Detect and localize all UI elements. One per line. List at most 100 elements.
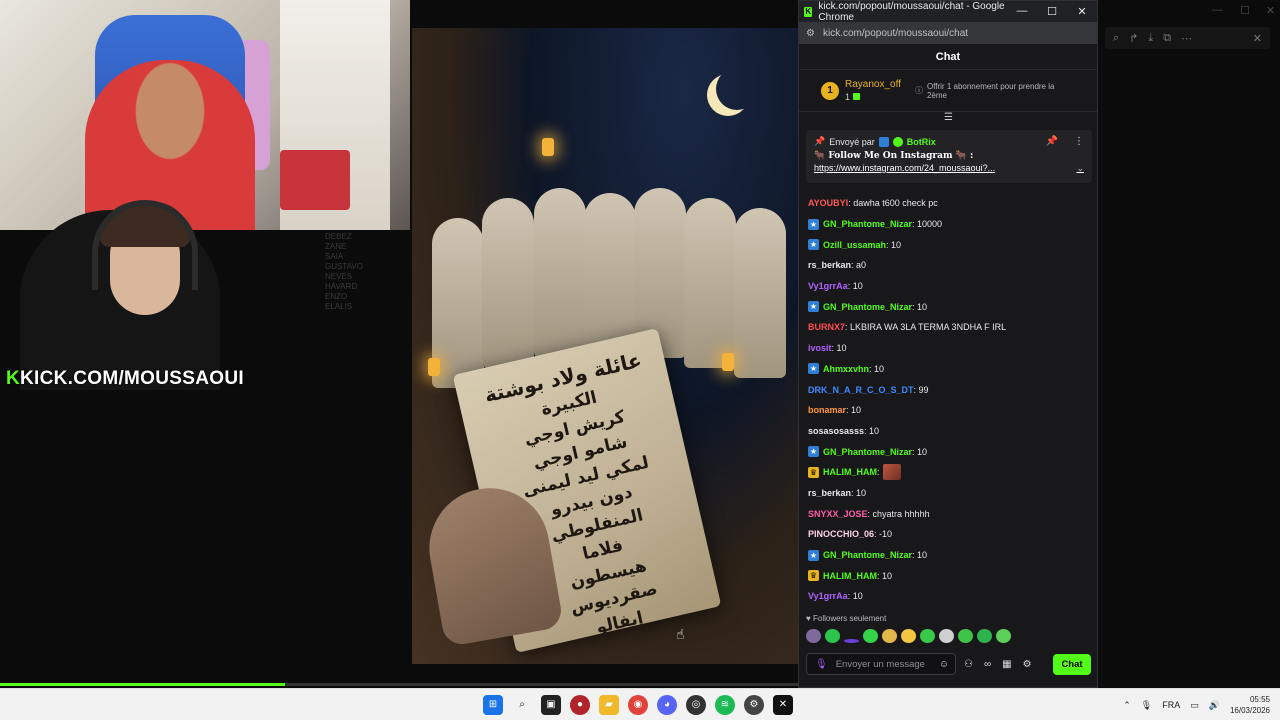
emote-icon[interactable] [901,629,916,643]
chat-username[interactable]: ivosit [808,343,832,353]
site-info-icon[interactable]: ⚙ [806,28,815,39]
chat-username[interactable]: GN_Phantome_Nizar [823,302,912,312]
subscriber-badge-icon: ★ [808,549,819,561]
open-external-icon[interactable]: ⧉ [1163,32,1171,45]
chat-text: : 10 [847,591,863,602]
chrome-icon[interactable]: ◉ [628,695,648,715]
search-icon[interactable]: ⌕ [512,695,532,715]
chat-username[interactable]: bonamar [808,405,846,415]
chat-username[interactable]: HALIM_HAM [823,467,877,477]
maximize-button[interactable]: ☐ [1037,5,1067,18]
chat-text: : 10 [869,363,885,374]
gift-user[interactable]: Rayanox_off 1 [845,79,901,103]
app-gear-icon[interactable]: ⚙ [744,695,764,715]
emote-icon[interactable] [977,629,992,643]
window-title: kick.com/popout/moussaoui/chat - Google … [818,0,1005,23]
webcam-overlay [0,190,240,390]
app-red-icon[interactable]: ● [570,695,590,715]
emoji-icon[interactable]: ☺ [939,659,949,670]
chat-username[interactable]: rs_berkan [808,260,851,270]
more-options-icon[interactable]: ⋮ [1074,136,1084,147]
microphone-icon[interactable]: 🎙 [1141,700,1152,711]
chat-username[interactable]: sosasosasss [808,426,864,436]
windows-start-icon[interactable]: ⊞ [483,695,503,715]
stream-player[interactable]: KKICK.COM/MOUSSAOUI DEBEZ ZANE SAIA GUSTAVO… [0,0,800,684]
message-placeholder[interactable]: Envoyer un message [836,659,925,670]
emote-icon[interactable] [825,629,840,643]
emote-icon[interactable] [863,629,878,643]
chat-text: : 10 [846,405,862,416]
gift-offer[interactable]: ⓘ Offrir 1 abonnement pour prendre la 2è… [915,82,1060,100]
chat-username[interactable]: DRK_N_A_R_C_O_S_DT [808,385,914,395]
chevron-down-icon[interactable]: ⌄ [1076,163,1084,174]
emote-icon[interactable] [882,629,897,643]
capcut-icon[interactable]: ✕ [773,695,793,715]
share-icon[interactable]: ↱ [1129,32,1138,45]
filter-icon[interactable]: ☰ [944,112,953,123]
file-explorer-icon[interactable]: ▰ [599,695,619,715]
minimize-icon[interactable]: — [1212,4,1223,16]
url-text[interactable]: kick.com/popout/moussaoui/chat [823,28,968,39]
gift-username[interactable]: Rayanox_off [845,79,901,91]
discord-icon[interactable]: ◕ [657,695,677,715]
emote-icon[interactable] [844,639,859,643]
chat-username[interactable]: Ozill_ussamah [823,240,886,250]
minimize-button[interactable]: — [1007,5,1037,18]
chat-username[interactable]: HALIM_HAM [823,571,877,581]
gift-leaderboard: 1 Rayanox_off 1 ⓘ Offrir 1 abonnement po… [799,70,1097,112]
task-view-icon[interactable]: ▣ [541,695,561,715]
message-input[interactable]: 🎙 Envoyer un message ☺ [806,653,956,675]
close-button[interactable]: ✕ [1067,5,1097,18]
chat-username[interactable]: GN_Phantome_Nizar [823,447,912,457]
emote-icon[interactable] [958,629,973,643]
store-icon[interactable]: ▦ [1002,659,1011,670]
users-icon[interactable]: ⚇ [964,659,973,670]
download-icon[interactable]: ⤓ [1148,32,1153,45]
emote-icon[interactable] [920,629,935,643]
chat-username[interactable]: rs_berkan [808,488,851,498]
subscriber-badge-icon: ★ [808,446,819,458]
send-chat-button[interactable]: Chat [1053,653,1091,675]
chevron-up-icon[interactable]: ⌃ [1123,700,1131,711]
chat-username[interactable]: AYOUBYI [808,198,848,208]
chat-username[interactable]: BURNX7 [808,322,845,332]
chat-message: bonamar: 10 [808,400,1093,421]
chat-username[interactable]: GN_Phantome_Nizar [823,550,912,560]
unpin-icon[interactable]: 📌 [1046,136,1058,147]
figure [684,198,736,368]
close-icon[interactable]: ✕ [1266,4,1275,17]
chat-username[interactable]: GN_Phantome_Nizar [823,219,912,229]
emote-icon[interactable] [939,629,954,643]
spotify-icon[interactable]: ≋ [715,695,735,715]
chat-header: Chat [799,44,1097,70]
volume-icon[interactable]: 🔊 [1209,700,1220,711]
chat-username[interactable]: Vy1grrAa [808,591,848,601]
bot-badge-icon [878,136,889,147]
address-bar[interactable]: ⚙ kick.com/popout/moussaoui/chat [799,22,1097,44]
microphone-icon[interactable]: 🎙 [815,659,828,670]
emote-icon[interactable] [806,629,821,643]
bot-name[interactable]: BotRix [907,137,936,147]
pinned-text: 🐂 Follow Me On Instagram 🐂 : [814,151,974,161]
maximize-icon[interactable]: ☐ [1240,4,1250,17]
gift-icon [852,92,860,100]
network-icon[interactable]: ▭ [1190,700,1199,711]
chat-username[interactable]: PINOCCHIO_06 [808,529,874,539]
obs-icon[interactable]: ◎ [686,695,706,715]
chat-username[interactable]: Vy1grrAa [808,281,848,291]
emote-icon[interactable] [996,629,1011,643]
settings-icon[interactable]: ⚙ [1023,659,1032,670]
zoom-icon[interactable]: ⌕ [1113,32,1119,45]
close-icon[interactable]: ✕ [1253,32,1262,45]
chat-message: sosasosasss: 10 [808,421,1093,442]
subscriber-badge-icon: ★ [808,218,819,230]
pinned-link[interactable]: https://www.instagram.com/24_moussaoui?.… [814,163,995,174]
gift-offer-text[interactable]: Offrir 1 abonnement pour prendre la 2ème [927,82,1060,100]
language-indicator[interactable]: FRA [1162,700,1180,710]
clock-time: 05:55 [1249,695,1270,704]
more-icon[interactable]: ⋯ [1181,32,1192,45]
chat-username[interactable]: Ahmxxvhn [823,364,869,374]
infinity-icon[interactable]: ∞ [984,659,991,670]
chat-username[interactable]: SNYXX_JOSE [808,509,868,519]
clock[interactable]: 05:55 16/03/2026 [1230,694,1270,716]
